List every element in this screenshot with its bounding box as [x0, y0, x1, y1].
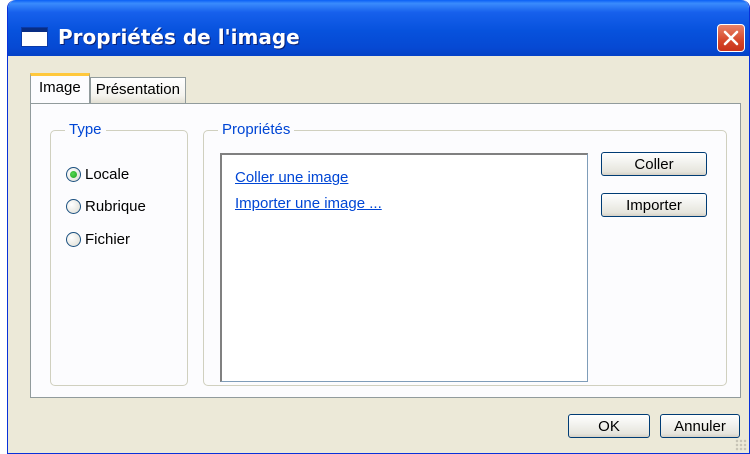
radio-rubrique[interactable]: Rubrique: [66, 195, 146, 217]
close-icon: [723, 30, 739, 46]
window-title: Propriétés de l'image: [58, 25, 300, 49]
radio-button[interactable]: [66, 198, 81, 214]
tab-panel-image: Type Locale Rubrique Fichier Propriétés: [30, 103, 741, 398]
radio-button-checked[interactable]: [66, 166, 81, 182]
close-button[interactable]: [717, 24, 745, 52]
paste-image-link[interactable]: Coller une image: [235, 169, 348, 186]
dialog-body: Image Présentation Type Locale Rubrique …: [18, 65, 741, 398]
import-button[interactable]: Importer: [601, 193, 707, 217]
dialog-window: Propriétés de l'image Image Présentation…: [7, 0, 750, 454]
window-icon: [21, 27, 48, 47]
cancel-button[interactable]: Annuler: [660, 414, 740, 438]
import-image-link[interactable]: Importer une image ...: [235, 195, 382, 212]
ok-button[interactable]: OK: [568, 414, 650, 438]
radio-fichier[interactable]: Fichier: [66, 228, 130, 250]
properties-groupbox: Propriétés Coller une image Importer une…: [203, 121, 727, 386]
properties-group-legend: Propriétés: [218, 121, 295, 139]
radio-label-locale: Locale: [85, 165, 130, 183]
radio-label-rubrique: Rubrique: [85, 197, 146, 215]
type-groupbox: Type Locale Rubrique Fichier: [50, 121, 188, 386]
tab-presentation[interactable]: Présentation: [89, 77, 186, 103]
type-group-legend: Type: [65, 121, 106, 139]
radio-label-fichier: Fichier: [85, 230, 131, 248]
resize-grip[interactable]: [735, 439, 747, 451]
paste-button[interactable]: Coller: [601, 152, 707, 176]
image-source-list[interactable]: Coller une image Importer une image ...: [220, 153, 588, 382]
tab-strip: Image Présentation: [30, 73, 186, 103]
title-bar[interactable]: Propriétés de l'image: [8, 0, 749, 56]
radio-button[interactable]: [66, 231, 81, 247]
radio-locale[interactable]: Locale: [66, 163, 129, 185]
tab-image[interactable]: Image: [30, 73, 90, 103]
